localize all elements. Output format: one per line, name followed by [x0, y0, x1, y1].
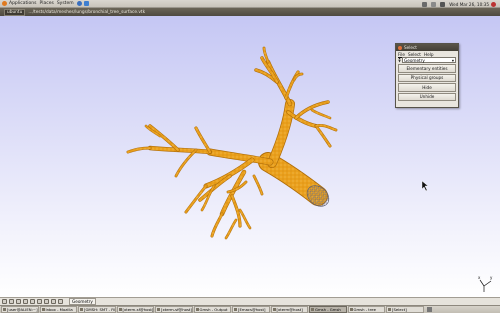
window-icon — [3, 308, 6, 311]
tool-menu-help[interactable]: Help — [424, 52, 434, 57]
taskbar-item[interactable]: [user@ALIEN:~] — [1, 306, 39, 313]
spinner-arrows-icon[interactable]: ▲ ▼ — [398, 57, 401, 63]
clock[interactable]: Wed Mar 26, 10:35 — [449, 2, 489, 7]
window-icon — [80, 308, 83, 311]
taskbar-item[interactable]: Inbox - Mozilla — [39, 306, 77, 313]
select-row: ▲ ▼ Geometry ▾ — [398, 57, 456, 63]
window-button[interactable]: ubuntu — [4, 8, 26, 16]
window-title: …/tests/data/meshes/lungs/bronchial_tree… — [28, 9, 146, 15]
tool-window-title: Select — [404, 45, 417, 50]
projection-icon[interactable] — [30, 299, 35, 304]
taskbar-label: [xterm-sf@host] — [122, 307, 154, 312]
taskbar-label: Gmsh - Gmsh — [315, 307, 341, 312]
mouse-cursor-icon — [421, 180, 429, 192]
taskbar-item[interactable]: Gmsh - Output — [193, 306, 231, 313]
tool-menu-select[interactable]: Select — [408, 52, 421, 57]
places-menu[interactable]: Places — [40, 1, 54, 6]
taskbar-item[interactable]: [Select] — [386, 306, 424, 313]
chevron-down-icon: ▾ — [451, 57, 454, 63]
stop-icon[interactable] — [58, 299, 63, 304]
svg-text:x: x — [478, 275, 481, 280]
ubuntu-logo-icon[interactable] — [2, 1, 7, 6]
step-forward-icon[interactable] — [44, 299, 49, 304]
taskbar-item[interactable]: [GMSH: SMT - Fil — [78, 306, 116, 313]
taskbar-item[interactable]: [Emacs@host] — [232, 306, 270, 313]
taskbar-label: [Emacs@host] — [238, 307, 266, 312]
taskbar-label: [user@ALIEN:~] — [7, 307, 38, 312]
physical-groups-button[interactable]: Physical groups — [398, 73, 456, 82]
taskbar-label: Gmsh - Output — [199, 307, 228, 312]
taskbar-label: [Select] — [392, 307, 407, 312]
window-icon — [349, 308, 353, 311]
entity-type-select[interactable]: Geometry ▾ — [402, 57, 456, 63]
svg-text:y: y — [490, 275, 493, 280]
statusbar: Geometry — [0, 297, 500, 305]
trash-icon[interactable] — [426, 307, 432, 312]
window-titlebar: ubuntu …/tests/data/meshes/lungs/bronchi… — [0, 8, 500, 16]
window-icon — [272, 308, 276, 311]
status-message: Geometry — [69, 298, 96, 305]
window-icon — [41, 308, 45, 311]
taskbar-label: [GMSH: SMT - Fil — [84, 307, 116, 312]
select-tool-window[interactable]: Select File Select Help ▲ ▼ Geometry ▾ El… — [395, 43, 459, 108]
tool-window-titlebar[interactable]: Select — [396, 44, 458, 51]
step-back-icon[interactable] — [37, 299, 42, 304]
axes-indicator-icon — [479, 279, 492, 292]
power-icon[interactable] — [491, 1, 496, 7]
mail-icon[interactable] — [431, 1, 437, 7]
entity-type-value: Geometry — [404, 57, 425, 63]
top-panel: Applications Places System Wed Mar 26, 1… — [0, 0, 500, 8]
window-icon — [157, 308, 160, 311]
network-icon[interactable] — [422, 1, 428, 7]
taskbar-item-active[interactable]: Gmsh - Gmsh — [309, 306, 347, 313]
firefox-launcher-icon[interactable] — [76, 1, 82, 6]
taskbar-item[interactable]: Gmsh - tree — [347, 306, 385, 313]
elementary-entities-button[interactable]: Elementary entities — [398, 64, 456, 73]
window-icon — [195, 308, 199, 311]
taskbar-item[interactable]: [xterm@host] — [270, 306, 308, 313]
unhide-button[interactable]: Unhide — [398, 92, 456, 101]
hide-button[interactable]: Hide — [398, 83, 456, 92]
window-icon — [311, 308, 314, 311]
translate-icon[interactable] — [9, 299, 14, 304]
play-icon[interactable] — [51, 299, 56, 304]
applications-menu[interactable]: Applications — [9, 1, 37, 6]
taskbar-label: [xterm-sf@host] — [161, 307, 192, 312]
system-menu[interactable]: System — [57, 1, 74, 6]
taskbar-item[interactable]: [xterm-sf@host] — [155, 306, 193, 313]
taskbar-label: Inbox - Mozilla — [45, 307, 73, 312]
graphics-viewport[interactable]: y x Select File Select Help ▲ ▼ Geometry … — [0, 16, 500, 298]
window-icon — [118, 308, 122, 311]
taskbar: [user@ALIEN:~] Inbox - Mozilla [GMSH: SM… — [0, 305, 500, 313]
fit-icon[interactable] — [23, 299, 28, 304]
taskbar-label: Gmsh - tree — [353, 307, 376, 312]
help-launcher-icon[interactable] — [83, 1, 89, 6]
rotate-icon[interactable] — [2, 299, 7, 304]
zoom-icon[interactable] — [16, 299, 21, 304]
volume-icon[interactable] — [440, 1, 446, 7]
taskbar-label: [xterm@host] — [276, 307, 303, 312]
window-icon — [388, 308, 391, 311]
taskbar-item[interactable]: [xterm-sf@host] — [116, 306, 154, 313]
close-icon[interactable] — [398, 45, 402, 50]
window-icon — [234, 308, 237, 311]
